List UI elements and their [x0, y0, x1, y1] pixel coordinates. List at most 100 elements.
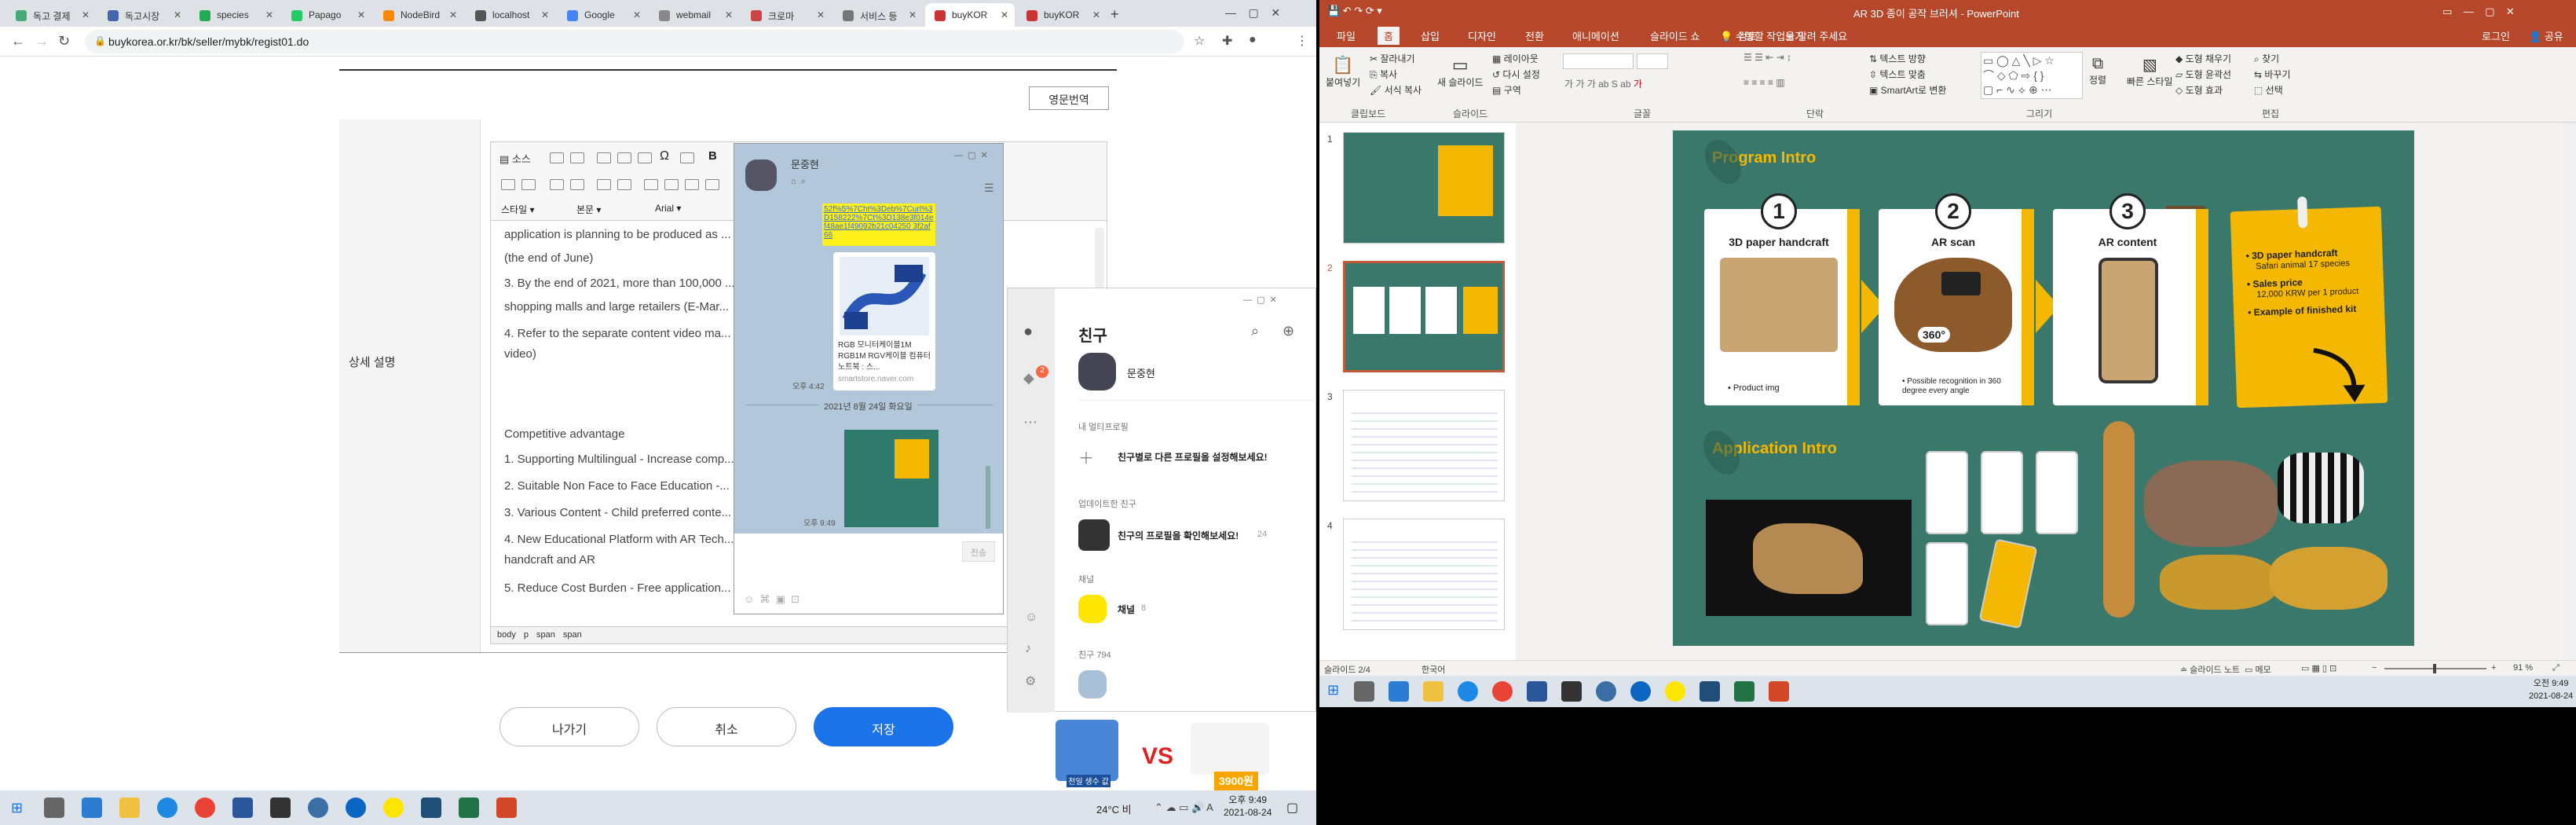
app-icon[interactable]: [421, 798, 441, 818]
shape-outline-button[interactable]: ▱ 도형 윤곽선: [2175, 68, 2231, 81]
font-format-buttons[interactable]: 가 가 가 ab S ab 가: [1564, 77, 1642, 90]
format-painter-button[interactable]: 🖌 서식 복사: [1370, 83, 1422, 97]
more-icon[interactable]: ⋯: [1023, 414, 1037, 431]
powerpoint-icon[interactable]: [496, 798, 517, 818]
image-icon[interactable]: [597, 152, 611, 163]
emoji-icon[interactable]: ☺: [1025, 610, 1037, 625]
app-icon[interactable]: [1596, 681, 1616, 702]
window-controls[interactable]: — ▢ ✕: [1225, 6, 1280, 20]
editor-paragraph[interactable]: 2. Suitable Non Face to Face Education -…: [504, 479, 730, 493]
editor-paragraph[interactable]: video): [504, 347, 536, 361]
indent-icon[interactable]: [570, 179, 584, 190]
chat-menu-icon[interactable]: ☰: [984, 182, 994, 195]
app-icon[interactable]: [1561, 681, 1582, 702]
table-icon[interactable]: [617, 152, 631, 163]
task-view-icon[interactable]: [44, 798, 64, 818]
edge-icon[interactable]: [1458, 681, 1478, 702]
close-icon[interactable]: ✕: [82, 9, 90, 20]
section-button[interactable]: ▤ 구역: [1492, 83, 1521, 97]
align-text-button[interactable]: ⇳ 텍스트 맞춤: [1869, 68, 1926, 81]
editor-paragraph[interactable]: 4. Refer to the separate content video m…: [504, 327, 731, 340]
chrome-icon[interactable]: [1492, 681, 1513, 702]
clock[interactable]: 오전 9:49 2021-08-24: [2529, 677, 2573, 702]
tell-me-search[interactable]: 💡 수행할 작업을 알려 주세요: [1720, 28, 1847, 43]
word-icon[interactable]: [1527, 681, 1547, 702]
editor-paragraph[interactable]: 3. Various Content - Child preferred con…: [504, 506, 731, 519]
ad-banner[interactable]: 천일 생수 값 VS 3900원: [1049, 712, 1316, 790]
search-icon[interactable]: ⌂ ⌕: [791, 177, 806, 187]
notification-icon[interactable]: ▢: [1286, 800, 1298, 816]
close-icon[interactable]: ✕: [725, 9, 733, 20]
chat-window-controls[interactable]: — ▢ ✕: [954, 150, 988, 160]
editor-paragraph[interactable]: 1. Supporting Multilingual - Increase co…: [504, 453, 734, 466]
font-size-input[interactable]: [1637, 53, 1668, 69]
style-select[interactable]: 스타일 ▾: [501, 203, 534, 216]
editor-paragraph[interactable]: 4. New Educational Platform with AR Tech…: [504, 533, 734, 546]
path-segment[interactable]: body: [497, 630, 516, 640]
shape-fill-button[interactable]: ◆ 도형 채우기: [2175, 52, 2231, 65]
app-icon[interactable]: [270, 798, 291, 818]
forward-icon[interactable]: →: [35, 33, 49, 50]
close-icon[interactable]: ✕: [1092, 9, 1100, 20]
profile-icon[interactable]: ●: [1249, 33, 1257, 47]
app-icon[interactable]: [346, 798, 366, 818]
person-icon[interactable]: ●: [1023, 323, 1033, 341]
exit-button[interactable]: 나가기: [499, 707, 639, 746]
chat-link-message[interactable]: 52f%5%7Cht%3Deb%7Curl%3D158222%7Ct%3D138…: [822, 204, 935, 246]
ppt-menu-tab[interactable]: 디자인: [1462, 27, 1502, 45]
view-buttons[interactable]: ▭ ▦ ▯ ⊡: [2301, 663, 2336, 673]
explorer-icon[interactable]: [119, 798, 140, 818]
channel-icon[interactable]: [1078, 595, 1107, 623]
editor-paragraph[interactable]: (the end of June): [504, 251, 593, 265]
app-video[interactable]: [1706, 500, 1912, 616]
friend-avatar[interactable]: [1078, 670, 1107, 698]
font-name-input[interactable]: [1563, 53, 1634, 69]
chat-scrollbar[interactable]: [986, 466, 990, 529]
app-icon[interactable]: [1630, 681, 1651, 702]
extensions-icon[interactable]: ✚: [1222, 33, 1232, 49]
word-icon[interactable]: [232, 798, 253, 818]
list-buttons[interactable]: ☰ ☰ ⇤ ⇥ ↕: [1744, 52, 1791, 63]
updated-avatars[interactable]: [1078, 519, 1110, 551]
browser-tab[interactable]: 크로마 ✕: [741, 3, 831, 27]
layout-button[interactable]: ▦ 레이아웃: [1492, 52, 1539, 65]
explorer-icon[interactable]: [1423, 681, 1444, 702]
slide-thumb[interactable]: [1343, 132, 1505, 244]
back-icon[interactable]: ←: [11, 33, 25, 50]
browser-tab[interactable]: buyKOR ✕: [1017, 3, 1107, 27]
tray-icons[interactable]: ⌃ ☁ ▭ 🔊 A: [1154, 801, 1213, 814]
new-tab-icon[interactable]: +: [1111, 6, 1119, 23]
browser-tab[interactable]: 독고 결제 ✕: [6, 3, 96, 27]
edge-icon[interactable]: [157, 798, 177, 818]
new-slide-button[interactable]: ▭ 새 슬라이드: [1437, 55, 1484, 89]
zoom-level[interactable]: 91 %: [2513, 663, 2533, 673]
ppt-menu-tab[interactable]: 슬라이드 쇼: [1644, 27, 1706, 45]
slide-thumb[interactable]: [1343, 519, 1505, 630]
numbered-list-icon[interactable]: [501, 179, 515, 190]
kakaotalk-icon[interactable]: [1665, 681, 1685, 702]
url-field[interactable]: 🔒 buykorea.or.kr/bk/seller/mybk/regist01…: [85, 30, 1184, 53]
close-icon[interactable]: ✕: [265, 9, 273, 20]
updated-text[interactable]: 친구의 프로필을 확인해보세요!: [1118, 529, 1239, 542]
product-card[interactable]: RGB 모니터케이블1M RGB1M RGV케이블 컴퓨터 노트북 : 스...…: [833, 252, 935, 390]
image-message[interactable]: [844, 430, 939, 527]
ppt-menu-tab[interactable]: 전환: [1519, 27, 1550, 45]
align-left-icon[interactable]: [644, 179, 658, 190]
cancel-button[interactable]: 취소: [657, 707, 796, 746]
cut-button[interactable]: ✂ 잘라내기: [1370, 52, 1415, 65]
sign-in-link[interactable]: 로그인: [2482, 28, 2510, 43]
vscode-icon[interactable]: [82, 798, 102, 818]
bold-icon[interactable]: B: [708, 149, 717, 163]
browser-tab[interactable]: buyKOR ✕: [925, 3, 1015, 27]
blockquote-icon[interactable]: [597, 179, 611, 190]
task-view-icon[interactable]: [1354, 681, 1374, 702]
app-icon[interactable]: [1700, 681, 1720, 702]
path-segment[interactable]: span: [536, 630, 555, 640]
replace-button[interactable]: ⇆ 바꾸기: [2254, 68, 2291, 81]
close-icon[interactable]: ✕: [1001, 9, 1008, 20]
ppt-menu-tab[interactable]: 홈: [1378, 27, 1400, 45]
special-char-icon[interactable]: Ω: [660, 149, 669, 163]
browser-tab[interactable]: 독고시장 ✕: [98, 3, 188, 27]
notes-button[interactable]: ≐ 슬라이드 노트: [2180, 663, 2240, 676]
close-icon[interactable]: ✕: [174, 9, 181, 20]
